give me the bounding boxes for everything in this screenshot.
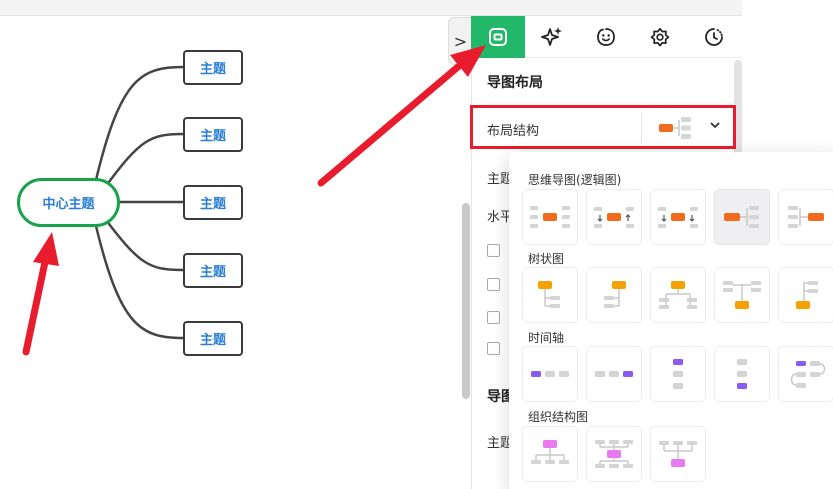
layout-option-timeline-horizontal-reverse[interactable] [586, 346, 642, 402]
layout-option-mindmap-left[interactable] [778, 189, 833, 245]
section-title-layout: 导图布局 [487, 75, 543, 91]
connector-4 [104, 218, 185, 272]
connector-5 [94, 224, 185, 340]
topic-node[interactable]: 主题 [183, 185, 243, 220]
connector-2 [104, 132, 185, 188]
topic-node[interactable]: 主题 [183, 50, 243, 85]
flower-badge-icon [650, 27, 670, 47]
group-title-tree: 树状图 [528, 252, 565, 266]
layout-option-mindmap-down[interactable] [650, 189, 706, 245]
layout-option-mindmap-updown[interactable] [586, 189, 642, 245]
chevron-right-icon: > [453, 31, 468, 51]
layout-option-tree-both[interactable] [650, 267, 706, 323]
layout-option-tree-left[interactable] [586, 267, 642, 323]
option-checkbox[interactable] [487, 244, 500, 257]
layout-option-org-both[interactable] [586, 426, 642, 482]
layout-option-timeline-vertical[interactable] [650, 346, 706, 402]
tab-style[interactable] [525, 16, 579, 58]
layout-option-tree-up-left[interactable] [778, 267, 833, 323]
tab-layout[interactable] [471, 16, 525, 58]
topic-node[interactable]: 主题 [183, 253, 243, 288]
layout-option-mindmap-right[interactable] [714, 189, 770, 245]
option-checkbox[interactable] [487, 342, 500, 355]
layout-preview-icon [659, 117, 691, 139]
timeline-layout-grid [522, 346, 833, 402]
layout-option-timeline-vertical-reverse[interactable] [714, 346, 770, 402]
group-title-org: 组织结构图 [528, 410, 589, 424]
sparkle-icon [541, 27, 562, 46]
tab-history[interactable] [687, 16, 741, 58]
option-checkbox[interactable] [487, 278, 500, 291]
option-checkbox[interactable] [487, 311, 500, 324]
panel-tabbar [471, 16, 742, 58]
central-topic-node[interactable]: 中心主题 [17, 178, 120, 227]
connector-1 [94, 65, 185, 182]
tab-theme[interactable] [633, 16, 687, 58]
layout-option-mindmap-both[interactable] [522, 189, 578, 245]
layout-option-org-up[interactable] [650, 426, 706, 482]
tab-sticker[interactable] [579, 16, 633, 58]
layout-structure-select[interactable]: 布局结构 [470, 105, 736, 149]
layout-option-org-down[interactable] [522, 426, 578, 482]
layout-option-tree-right[interactable] [522, 267, 578, 323]
layout-frame-icon [489, 28, 507, 46]
topic-node[interactable]: 主题 [183, 321, 243, 356]
layout-option-timeline-winding[interactable] [778, 346, 833, 402]
layout-structure-dropdown: 思维导图(逻辑图) 树状图 时间轴 组织结构图 [509, 152, 833, 489]
tree-layout-grid [522, 267, 833, 323]
mindmap-layout-grid [522, 189, 833, 245]
group-title-mindmap: 思维导图(逻辑图) [528, 173, 622, 187]
collapse-panel-button[interactable]: > [448, 17, 472, 65]
smiley-icon [597, 28, 615, 46]
canvas-scrollbar[interactable] [462, 203, 470, 399]
layout-option-timeline-horizontal[interactable] [522, 346, 578, 402]
topic-node[interactable]: 主题 [183, 117, 243, 152]
divider [641, 111, 642, 143]
chevron-down-icon [709, 119, 721, 134]
layout-option-tree-up[interactable] [714, 267, 770, 323]
clock-icon [705, 28, 723, 46]
layout-structure-label: 布局结构 [487, 124, 540, 139]
org-layout-grid [522, 426, 706, 482]
group-title-timeline: 时间轴 [528, 331, 565, 345]
